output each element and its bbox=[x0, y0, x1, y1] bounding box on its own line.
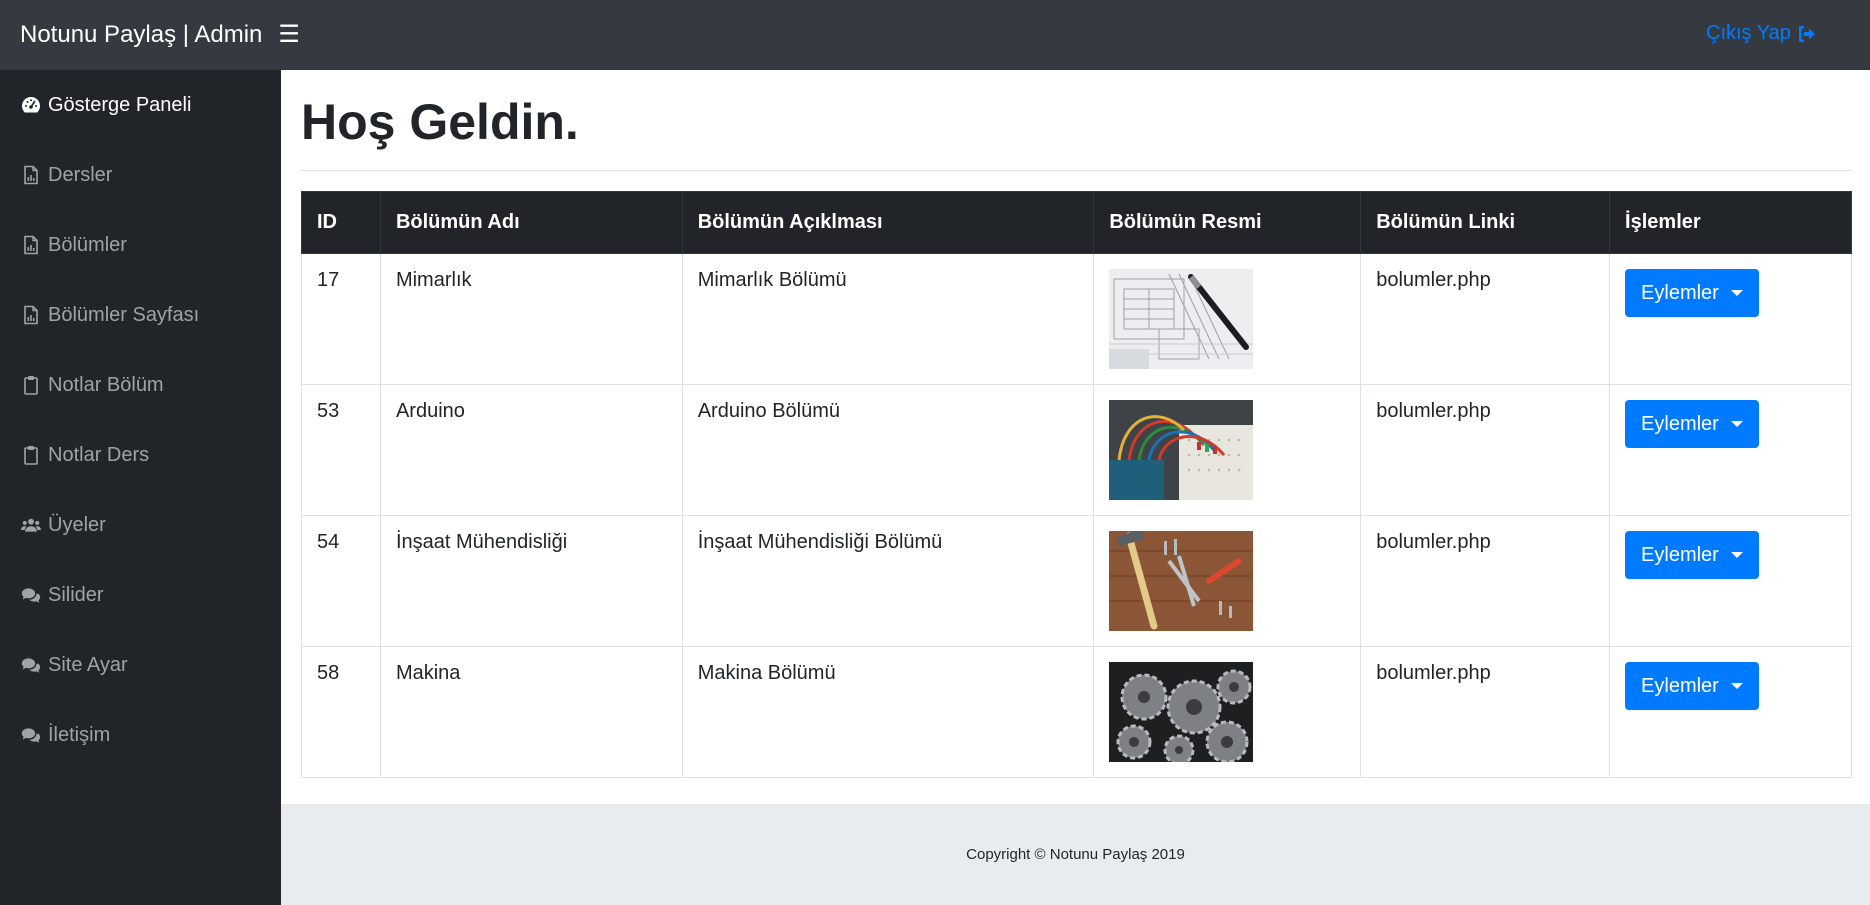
sidebar-item-label: Notlar Bölüm bbox=[48, 373, 164, 396]
users-icon bbox=[20, 514, 42, 536]
sidebar-item-dashboard[interactable]: Gösterge Paneli bbox=[0, 70, 281, 140]
actions-dropdown-button[interactable]: Eylemler bbox=[1625, 662, 1759, 710]
sidebar-item-bolumler-sayfasi[interactable]: Bölümler Sayfası bbox=[0, 280, 281, 350]
actions-label: Eylemler bbox=[1641, 543, 1719, 566]
cell-actions: Eylemler bbox=[1609, 384, 1852, 516]
column-header: Bölümün Linki bbox=[1360, 191, 1611, 254]
table-row: 53 Arduino Arduino Bölümü bolumler.php E… bbox=[301, 384, 1852, 516]
cell-image bbox=[1093, 253, 1362, 385]
cell-name: Arduino bbox=[379, 384, 683, 516]
tachometer-icon bbox=[20, 94, 42, 116]
sign-out-icon bbox=[1797, 24, 1817, 44]
cell-description: İnşaat Mühendisliği Bölümü bbox=[681, 515, 1095, 647]
footer: Copyright © Notunu Paylaş 2019 bbox=[281, 804, 1870, 905]
main-content: Hoş Geldin. ID Bölümün Adı Bölümün Açıkl… bbox=[281, 70, 1870, 905]
cell-name: Mimarlık bbox=[379, 253, 683, 385]
cell-link: bolumler.php bbox=[1360, 646, 1611, 778]
table-row: 58 Makina Makina Bölümü bolumler.php Eyl… bbox=[301, 646, 1852, 778]
sidebar-item-bolumler[interactable]: Bölümler bbox=[0, 210, 281, 280]
sidebar-item-dersler[interactable]: Dersler bbox=[0, 140, 281, 210]
cell-description: Mimarlık Bölümü bbox=[681, 253, 1095, 385]
departments-table: ID Bölümün Adı Bölümün Açıklması Bölümün… bbox=[301, 191, 1852, 778]
table-row: 17 Mimarlık Mimarlık Bölümü bolumler.php… bbox=[301, 253, 1852, 385]
menu-icon[interactable]: ☰ bbox=[278, 23, 300, 47]
sidebar-item-label: Gösterge Paneli bbox=[48, 93, 192, 116]
top-navbar: Notunu Paylaş | Admin ☰ Çıkış Yap bbox=[0, 0, 1870, 70]
cell-actions: Eylemler bbox=[1609, 253, 1852, 385]
file-chart-icon bbox=[20, 304, 42, 326]
sidebar-item-notlar-ders[interactable]: Notlar Ders bbox=[0, 420, 281, 490]
caret-down-icon bbox=[1730, 552, 1743, 558]
actions-label: Eylemler bbox=[1641, 674, 1719, 697]
column-header: ID bbox=[301, 191, 381, 254]
brand-title[interactable]: Notunu Paylaş | Admin bbox=[20, 21, 262, 49]
divider bbox=[301, 170, 1852, 171]
file-chart-icon bbox=[20, 164, 42, 186]
page-title: Hoş Geldin. bbox=[301, 94, 579, 150]
cell-image bbox=[1093, 515, 1362, 647]
cell-id: 17 bbox=[301, 253, 381, 385]
cell-link: bolumler.php bbox=[1360, 253, 1611, 385]
sidebar-item-label: Bölümler bbox=[48, 233, 127, 256]
table-row: 54 İnşaat Mühendisliği İnşaat Mühendisli… bbox=[301, 515, 1852, 647]
column-header: Bölümün Resmi bbox=[1093, 191, 1362, 254]
comments-icon bbox=[20, 654, 42, 676]
cell-image bbox=[1093, 384, 1362, 516]
cell-link: bolumler.php bbox=[1360, 515, 1611, 647]
comments-icon bbox=[20, 724, 42, 746]
sidebar-item-silider[interactable]: Silider bbox=[0, 560, 281, 630]
sidebar-item-label: Dersler bbox=[48, 163, 113, 186]
architecture-drawing-image bbox=[1109, 269, 1254, 369]
cell-id: 58 bbox=[301, 646, 381, 778]
sidebar-item-uyeler[interactable]: Üyeler bbox=[0, 490, 281, 560]
sidebar-item-site-ayar[interactable]: Site Ayar bbox=[0, 630, 281, 700]
actions-label: Eylemler bbox=[1641, 412, 1719, 435]
cell-id: 54 bbox=[301, 515, 381, 647]
actions-dropdown-button[interactable]: Eylemler bbox=[1625, 269, 1759, 317]
sidebar-item-notlar-bolum[interactable]: Notlar Bölüm bbox=[0, 350, 281, 420]
clipboard-icon bbox=[20, 444, 42, 466]
cell-name: İnşaat Mühendisliği bbox=[379, 515, 683, 647]
actions-dropdown-button[interactable]: Eylemler bbox=[1625, 400, 1759, 448]
cell-image bbox=[1093, 646, 1362, 778]
comments-icon bbox=[20, 584, 42, 606]
gears-image bbox=[1109, 662, 1254, 762]
column-header: Bölümün Adı bbox=[379, 191, 683, 254]
sidebar-item-label: Bölümler Sayfası bbox=[48, 303, 200, 326]
sidebar-item-label: Üyeler bbox=[48, 513, 106, 536]
file-chart-icon bbox=[20, 234, 42, 256]
column-header: İşlemler bbox=[1609, 191, 1852, 254]
logout-label: Çıkış Yap bbox=[1706, 22, 1791, 44]
sidebar-item-label: Site Ayar bbox=[48, 653, 128, 676]
clipboard-icon bbox=[20, 374, 42, 396]
logout-link[interactable]: Çıkış Yap bbox=[1706, 22, 1817, 45]
actions-dropdown-button[interactable]: Eylemler bbox=[1625, 531, 1759, 579]
tools-on-wood-image bbox=[1109, 531, 1254, 631]
column-header: Bölümün Açıklması bbox=[681, 191, 1095, 254]
table-header-row: ID Bölümün Adı Bölümün Açıklması Bölümün… bbox=[301, 191, 1852, 254]
copyright-text: Copyright © Notunu Paylaş 2019 bbox=[966, 846, 1185, 863]
caret-down-icon bbox=[1730, 421, 1743, 427]
cell-description: Arduino Bölümü bbox=[681, 384, 1095, 516]
cell-actions: Eylemler bbox=[1609, 515, 1852, 647]
cell-name: Makina bbox=[379, 646, 683, 778]
cell-description: Makina Bölümü bbox=[681, 646, 1095, 778]
sidebar-item-label: Silider bbox=[48, 583, 104, 606]
caret-down-icon bbox=[1730, 290, 1743, 296]
actions-label: Eylemler bbox=[1641, 281, 1719, 304]
sidebar-item-iletisim[interactable]: İletişim bbox=[0, 700, 281, 770]
sidebar-item-label: İletişim bbox=[48, 723, 111, 746]
cell-id: 53 bbox=[301, 384, 381, 516]
caret-down-icon bbox=[1730, 683, 1743, 689]
sidebar: Gösterge Paneli Dersler Bölümler Bölümle… bbox=[0, 70, 281, 905]
sidebar-item-label: Notlar Ders bbox=[48, 443, 150, 466]
cell-link: bolumler.php bbox=[1360, 384, 1611, 516]
breadboard-circuit-image bbox=[1109, 400, 1254, 500]
cell-actions: Eylemler bbox=[1609, 646, 1852, 778]
